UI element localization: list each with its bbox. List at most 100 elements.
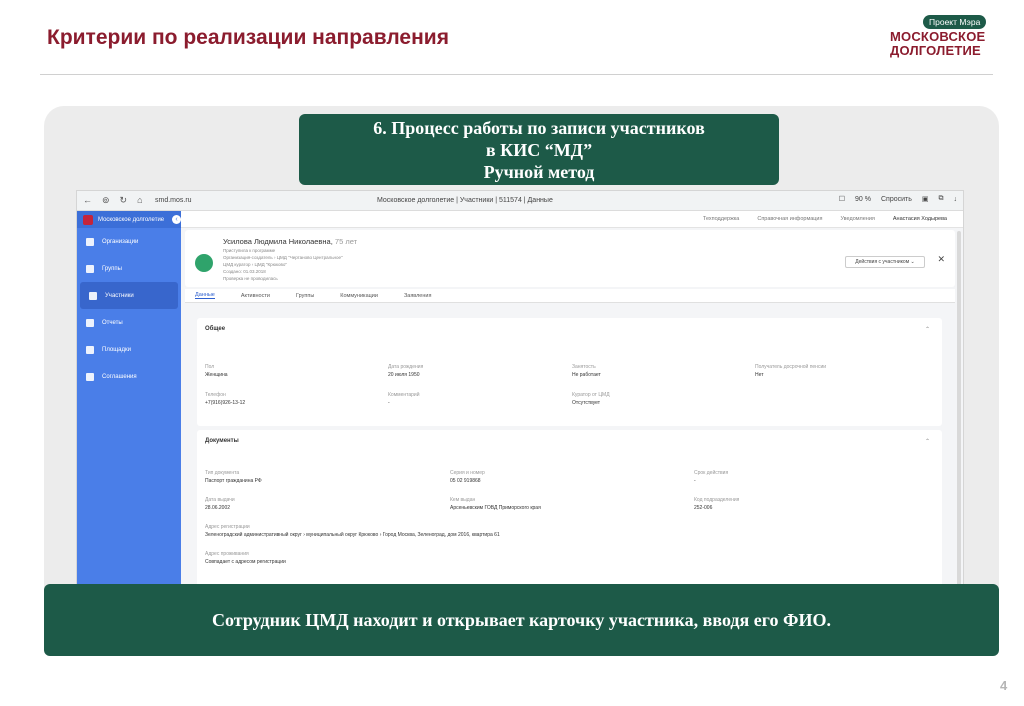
field-value: Не работает (572, 372, 601, 378)
tab-groups[interactable]: Группы (296, 293, 314, 299)
field-employment: Занятость Не работает (572, 364, 601, 378)
avatar (195, 254, 213, 272)
groups-icon (86, 264, 94, 273)
sidebar-item-label: Площадки (102, 346, 131, 353)
tab-communications[interactable]: Коммуникации (340, 293, 378, 299)
sidebar-item-reports[interactable]: Отчеты (77, 309, 181, 336)
field-value: 20 июля 1950 (388, 372, 420, 378)
sidebar-item-label: Соглашения (102, 373, 137, 380)
field-label: Адрес проживания (205, 551, 249, 557)
field-issued-by: Кем выдан Арсеньевским ГОВД Приморского … (450, 497, 541, 511)
callout-box: Сотрудник ЦМД находит и открывает карточ… (44, 584, 999, 656)
building-icon (86, 237, 94, 246)
page-number: 4 (1000, 678, 1008, 693)
support-link[interactable]: Техподдержка (703, 216, 739, 222)
location-icon (86, 345, 94, 354)
participant-curator: ЦМД куратор › ЦМД "Крюково" (223, 262, 287, 267)
collapse-icon[interactable]: ‹ (172, 215, 181, 224)
field-value: - (388, 400, 390, 406)
extension-icon[interactable]: ▣ (922, 195, 929, 203)
participant-card-header: Усилова Людмила Николаевна, 75 лет Прист… (185, 230, 955, 287)
logo-line-2: ДОЛГОЛЕТИЕ (890, 43, 981, 58)
translate-icon[interactable]: ⧉ (939, 195, 944, 203)
general-section: Общее ⌃ Пол Женщина Дата рождения 20 июл… (197, 318, 942, 426)
field-value: Женщина (205, 372, 228, 378)
field-label: Адрес регистрации (205, 524, 250, 530)
address-bar[interactable]: smd.mos.ru (155, 197, 192, 204)
reload-icon[interactable]: ↻ (120, 195, 128, 206)
field-phone: Телефон +7(916)926-13-12 (205, 392, 245, 406)
sidebar-item-label: Участники (105, 292, 134, 299)
tab-activities[interactable]: Активности (241, 293, 270, 299)
process-line-3: Ручной метод (483, 162, 595, 182)
sidebar-item-participants[interactable]: Участники (80, 282, 178, 309)
field-birthdate: Дата рождения 20 июля 1950 (388, 364, 423, 378)
sidebar-header: Московское долголетие ‹ (77, 211, 181, 228)
participant-created: Создано: 01.03.2018 (223, 269, 266, 274)
field-label: Кем выдан (450, 497, 476, 503)
field-label: Дата выдачи (205, 497, 235, 503)
field-curator: Куратор от ЦМД Отсутствует (572, 392, 610, 406)
field-value: Зеленоградский административный округ › … (205, 532, 500, 538)
field-label: Код подразделения (694, 497, 740, 503)
close-icon[interactable]: ✕ (937, 254, 945, 265)
title-divider (40, 74, 993, 75)
field-label: Серия и номер (450, 470, 485, 476)
field-value: Совпадает с адресом регистрации (205, 559, 286, 565)
participant-actions-dropdown[interactable]: Действия с участником ⌄ (845, 256, 925, 268)
user-name[interactable]: Анастасия Ходырева (893, 216, 947, 222)
sidebar-item-groups[interactable]: Группы (77, 255, 181, 282)
participant-name: Усилова Людмила Николаевна, (223, 237, 333, 246)
sidebar-item-agreements[interactable]: Соглашения (77, 363, 181, 390)
sidebar-item-label: Организации (102, 238, 139, 245)
back-icon[interactable]: ← (83, 195, 92, 206)
field-division-code: Код подразделения 252-006 (694, 497, 739, 511)
download-icon[interactable]: ↓ (954, 196, 958, 203)
documents-section: Документы ⌃ Тип документа Паспорт гражда… (197, 430, 942, 589)
field-residence-address: Адрес проживания Совпадает с адресом рег… (205, 551, 286, 565)
chevron-down-icon: ⌄ (910, 259, 915, 265)
field-value: Нет (755, 372, 764, 378)
app-sidebar: Московское долголетие ‹ Организации Груп… (77, 211, 181, 589)
slide-title: Критерии по реализации направления (47, 26, 449, 49)
tab-applications[interactable]: Заявления (404, 293, 432, 299)
field-label: Занятость (572, 364, 596, 370)
participant-age: 75 лет (334, 237, 358, 246)
page-scrollbar[interactable] (957, 231, 961, 587)
process-line-1: 6. Процесс работы по записи участников (373, 118, 705, 138)
field-doc-type: Тип документа Паспорт гражданина РФ (205, 470, 262, 484)
document-icon (86, 372, 94, 381)
tab-data[interactable]: Данные (195, 292, 215, 299)
chevron-up-icon[interactable]: ⌃ (925, 438, 930, 445)
field-label: Пол (205, 364, 215, 370)
bookmark-icon[interactable]: ☐ (839, 195, 845, 203)
field-label: Комментарий (388, 392, 420, 398)
reference-link[interactable]: Справочная информация (757, 216, 822, 222)
lock-icon: ⌂ (137, 195, 143, 205)
field-value: 05 02 919868 (450, 478, 481, 484)
field-issue-date: Дата выдачи 28.06.2002 (205, 497, 235, 511)
sidebar-item-organizations[interactable]: Организации (77, 228, 181, 255)
ask-button[interactable]: Спросить (881, 196, 912, 203)
sidebar-item-venues[interactable]: Площадки (77, 336, 181, 363)
field-registration-address: Адрес регистрации Зеленоградский админис… (205, 524, 500, 538)
participant-check: Проверка не проводилась (223, 276, 278, 281)
participant-org: Организация-создатель › ЦМД "Чертаново Ц… (223, 255, 343, 260)
field-doc-expiry: Срок действия - (694, 470, 728, 484)
sidebar-item-label: Группы (102, 265, 122, 272)
field-value: - (694, 478, 696, 484)
zoom-level[interactable]: 90 % (855, 196, 871, 203)
field-label: Получатель досрочной пенсии (755, 364, 827, 370)
field-gender: Пол Женщина (205, 364, 228, 378)
field-value: Арсеньевским ГОВД Приморского края (450, 505, 541, 511)
app-logo-icon (83, 214, 93, 225)
logo-badge: Проект Мэра (923, 15, 987, 29)
sidebar-item-label: Отчеты (102, 319, 123, 326)
participant-status: Приступила к программе (223, 248, 276, 253)
sidebar-app-name: Московское долголетие (98, 216, 165, 223)
notifications-link[interactable]: Уведомления (841, 216, 875, 222)
participant-tabs: Данные Активности Группы Коммуникации За… (185, 289, 955, 303)
browser-toolbar: ← ⊚ ↻ ⌂ smd.mos.ru Московское долголетие… (77, 191, 963, 211)
chevron-up-icon[interactable]: ⌃ (925, 326, 930, 333)
field-label: Телефон (205, 392, 226, 398)
